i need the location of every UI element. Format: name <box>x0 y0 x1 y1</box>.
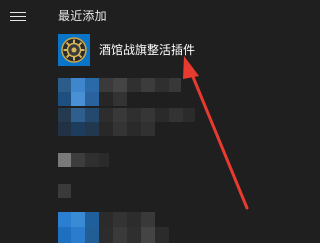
pixelated-app-list <box>0 0 316 243</box>
start-menu-recent-list: 最近添加 酒馆战旗整活插件 <box>0 0 316 243</box>
